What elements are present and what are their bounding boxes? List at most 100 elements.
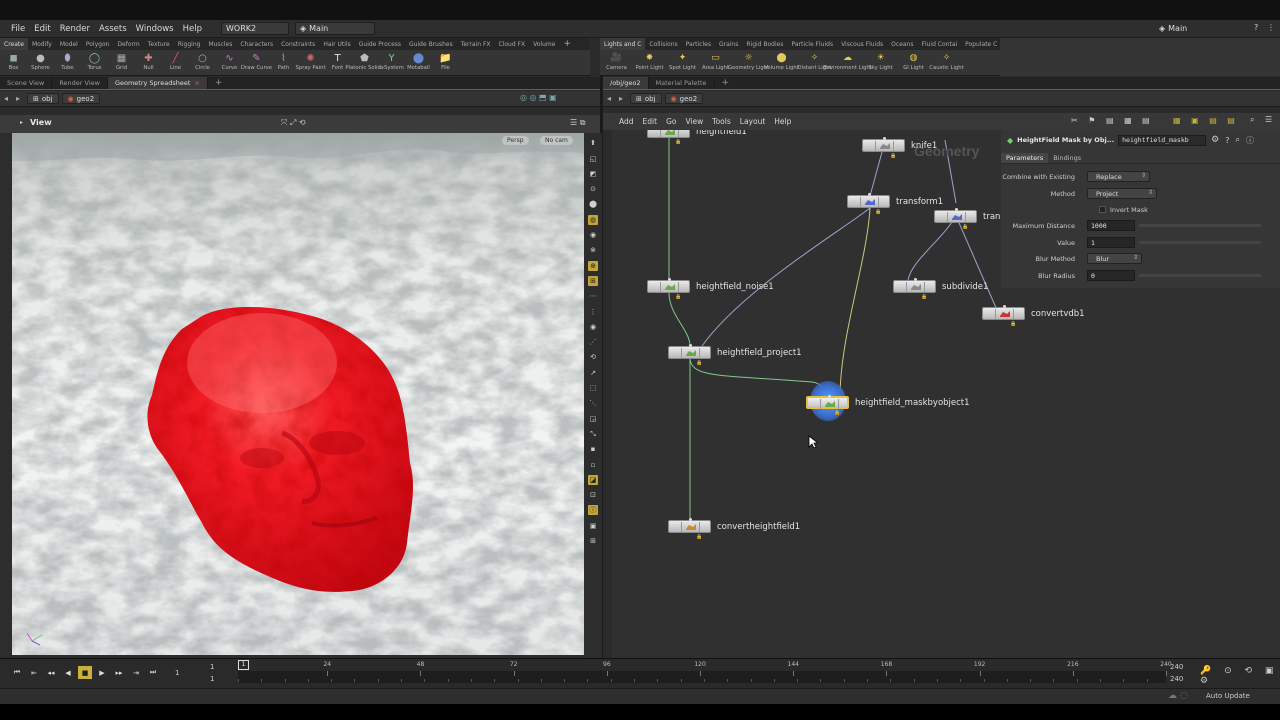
end-frame-2[interactable]: 240 <box>1170 675 1183 683</box>
shelf-tab-collisions[interactable]: Collisions <box>645 38 681 50</box>
help-icon[interactable]: ? <box>1225 136 1229 145</box>
last-frame-icon[interactable]: ⏭ <box>146 666 160 679</box>
node-body[interactable] <box>934 208 977 223</box>
node-body[interactable] <box>647 278 690 293</box>
shelf-tool-point-light[interactable]: ✸ Point Light <box>633 50 666 71</box>
shelf-tab-populate-c[interactable]: Populate C <box>961 38 1000 50</box>
shelf-tool-file[interactable]: 📁 File <box>432 50 459 72</box>
shelf-tab-guide-brushes[interactable]: Guide Brushes <box>405 38 457 50</box>
display-option-icon[interactable]: ⋯ <box>588 291 598 301</box>
forward-icon[interactable]: ▸ <box>615 94 627 103</box>
tab-render-view[interactable]: Render View <box>52 77 108 89</box>
node-heightfield-noise1[interactable]: heightfield_noise1 🔒 <box>647 278 774 300</box>
tab-material-palette[interactable]: Material Palette <box>649 77 715 89</box>
shelf-tab-texture[interactable]: Texture <box>144 38 174 50</box>
next-key-icon[interactable]: ⇥ <box>129 666 143 679</box>
forward-icon[interactable]: ▸ <box>12 94 24 103</box>
display-option-icon[interactable]: ⤡ <box>588 429 598 439</box>
cam-menu[interactable]: No cam <box>540 136 573 145</box>
value-slider[interactable] <box>1139 241 1261 244</box>
start-frame-2[interactable]: 1 <box>210 675 214 683</box>
display-option-icon[interactable]: ⬤ <box>588 199 598 209</box>
shelf-tab-particle-fluids[interactable]: Particle Fluids <box>787 38 837 50</box>
shelf-tool-spot-light[interactable]: ✦ Spot Light <box>666 50 699 71</box>
shelf-tool-geometry-light[interactable]: ☼ Geometry Light <box>728 50 769 71</box>
node-body[interactable] <box>893 278 936 293</box>
path-obj[interactable]: ⊞ obj <box>27 93 59 104</box>
shelf-tab-modify[interactable]: Modify <box>28 38 56 50</box>
input-connector[interactable] <box>914 278 917 281</box>
display-option-icon[interactable]: ⊗ <box>588 245 598 255</box>
shelf-tool-null[interactable]: ✚ Null <box>135 50 162 72</box>
playhead-marker[interactable]: 1 <box>238 660 249 670</box>
shelf-tab-volume[interactable]: Volume <box>529 38 559 50</box>
display-option-icon[interactable]: ◍ <box>588 214 598 225</box>
shelf-tab-fluid-contai[interactable]: Fluid Contai <box>918 38 962 50</box>
add-tab-icon[interactable]: + <box>208 77 230 89</box>
shelf-tool-environment-light[interactable]: ☁ Environment Light <box>823 50 872 71</box>
shelf-tool-platonic-solids[interactable]: ⬟ Platonic Solids <box>345 50 383 72</box>
camera-menu[interactable]: Persp <box>502 136 529 145</box>
menu-help[interactable]: Help <box>183 24 202 34</box>
view-tools-icon[interactable]: ⤧ ⤢ ⟲ <box>281 118 306 128</box>
shelf-tool-camera[interactable]: 🎥 Camera <box>600 50 633 71</box>
display-option-icon[interactable]: ▪ <box>588 444 598 454</box>
first-frame-icon[interactable]: ⏮ <box>10 666 24 679</box>
node-name-field[interactable]: heightfield_maskb <box>1118 134 1207 146</box>
node-body[interactable] <box>847 193 890 208</box>
menu-assets[interactable]: Assets <box>99 24 127 34</box>
display-option-icon[interactable]: ◪ <box>588 474 598 485</box>
shelf-tab-lights-and-c[interactable]: Lights and C <box>600 38 646 50</box>
node-subdivide1[interactable]: subdivide1 🔒 <box>893 278 988 300</box>
shelf-tab-create[interactable]: Create <box>0 38 28 50</box>
current-frame-field[interactable]: 1 <box>175 669 179 677</box>
shelf-tool-sky-light[interactable]: ☀ Sky Light <box>864 50 897 71</box>
menu-windows[interactable]: Windows <box>136 24 174 34</box>
node-heightfield-project1[interactable]: heightfield_project1 🔒 <box>668 344 802 366</box>
shelf-tab-deform[interactable]: Deform <box>113 38 143 50</box>
shelf-tool-gi-light[interactable]: ◍ GI Light <box>897 50 930 71</box>
display-option-icon[interactable]: ⊕ <box>588 260 598 271</box>
combine-menu[interactable]: Replace <box>1087 171 1150 182</box>
blurmethod-menu[interactable]: Blur <box>1087 253 1142 264</box>
display-option-icon[interactable]: ◱ <box>588 154 598 164</box>
shelf-tab-particles[interactable]: Particles <box>682 38 715 50</box>
path-obj[interactable]: ⊞ obj <box>630 93 662 104</box>
input-connector[interactable] <box>868 193 871 196</box>
network-tools-icon[interactable]: ✂ ⚑ ▤ ▦ ▤ <box>1071 116 1154 125</box>
shelf-tool-caustic-light[interactable]: ✧ Caustic Light <box>929 50 963 71</box>
shelf-tab-terrain-fx[interactable]: Terrain FX <box>457 38 495 50</box>
end-frame[interactable]: 240 <box>1170 663 1183 671</box>
display-option-icon[interactable]: ⓘ <box>588 505 598 516</box>
shelf-tool-sphere[interactable]: ● Sphere <box>27 50 54 72</box>
shelf-tab-rigging[interactable]: Rigging <box>174 38 205 50</box>
display-option-icon[interactable]: ◲ <box>588 414 598 424</box>
tab-network[interactable]: /obj/geo2 <box>603 77 649 89</box>
play-back-icon[interactable]: ◀ <box>61 666 75 679</box>
display-option-icon[interactable]: ⊡ <box>588 490 598 500</box>
info-icon[interactable]: ⓘ <box>1246 135 1254 146</box>
display-option-icon[interactable]: ⊙ <box>588 184 598 194</box>
display-option-icon[interactable]: ◉ <box>588 322 598 332</box>
tab-scene-view[interactable]: Scene View <box>0 77 53 89</box>
node-body[interactable] <box>668 344 711 359</box>
input-connector[interactable] <box>955 208 958 211</box>
display-option-icon[interactable]: ⋱ <box>588 398 598 408</box>
shelf-tool-circle[interactable]: ○ Circle <box>189 50 216 72</box>
maxdist-field[interactable]: 1000 <box>1087 220 1135 231</box>
step-back-icon[interactable]: ◂◂ <box>44 666 58 679</box>
input-connector[interactable] <box>1003 305 1006 308</box>
node-convertvdb1[interactable]: convertvdb1 🔒 <box>982 305 1085 327</box>
input-connector[interactable] <box>689 518 692 521</box>
display-option-icon[interactable]: ◩ <box>588 169 598 179</box>
display-option-icon[interactable]: ⬆ <box>588 138 598 148</box>
node-body[interactable] <box>647 130 690 138</box>
tab-parameters[interactable]: Parameters <box>1001 152 1049 163</box>
add-tab-icon[interactable]: + <box>715 77 737 89</box>
shelf-tab-muscles[interactable]: Muscles <box>204 38 236 50</box>
shelf-tool-l-system[interactable]: Y L-System <box>378 50 405 72</box>
shelf-tab-cloud-fx[interactable]: Cloud FX <box>495 38 530 50</box>
gear-icon[interactable]: ⚙ <box>1211 135 1219 145</box>
node-body[interactable] <box>668 518 711 533</box>
search-icon[interactable]: ⌕ ☰ <box>1250 115 1276 125</box>
